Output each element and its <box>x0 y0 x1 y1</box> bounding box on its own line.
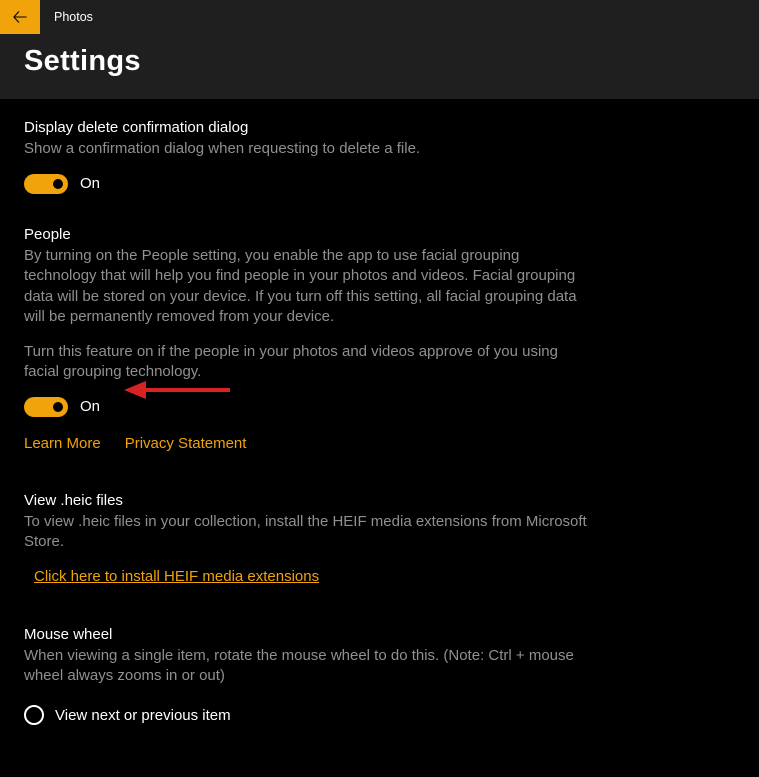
app-title: Photos <box>54 10 93 24</box>
header-area: Settings <box>0 34 759 99</box>
toggle-knob-icon <box>53 402 63 412</box>
setting-description: When viewing a single item, rotate the m… <box>24 646 589 687</box>
setting-label: Display delete confirmation dialog <box>24 119 735 136</box>
people-links: Learn More Privacy Statement <box>24 435 735 452</box>
setting-label: People <box>24 226 735 243</box>
page-title: Settings <box>24 45 735 78</box>
radio-label: View next or previous item <box>55 707 231 724</box>
install-heif-link[interactable]: Click here to install HEIF media extensi… <box>34 568 319 585</box>
setting-delete-confirmation: Display delete confirmation dialog Show … <box>24 119 735 194</box>
setting-description: Show a confirmation dialog when requesti… <box>24 139 589 160</box>
setting-description: Turn this feature on if the people in yo… <box>24 342 589 383</box>
back-button[interactable] <box>0 0 40 34</box>
learn-more-link[interactable]: Learn More <box>24 435 101 452</box>
mouse-wheel-option-1[interactable]: View next or previous item <box>24 705 735 725</box>
people-toggle[interactable] <box>24 397 68 417</box>
setting-label: View .heic files <box>24 492 735 509</box>
radio-icon <box>24 705 44 725</box>
back-arrow-icon <box>13 10 27 24</box>
privacy-statement-link[interactable]: Privacy Statement <box>125 435 247 452</box>
setting-people: People By turning on the People setting,… <box>24 226 735 452</box>
setting-description: By turning on the People setting, you en… <box>24 246 589 328</box>
settings-content: Display delete confirmation dialog Show … <box>0 99 759 777</box>
toggle-state-label: On <box>80 398 100 415</box>
setting-description: To view .heic files in your collection, … <box>24 512 589 553</box>
toggle-state-label: On <box>80 175 100 192</box>
titlebar: Photos <box>0 0 759 34</box>
toggle-row: On <box>24 397 735 417</box>
toggle-row: On <box>24 174 735 194</box>
setting-mouse-wheel: Mouse wheel When viewing a single item, … <box>24 626 735 725</box>
setting-heic: View .heic files To view .heic files in … <box>24 492 735 586</box>
delete-confirm-toggle[interactable] <box>24 174 68 194</box>
setting-label: Mouse wheel <box>24 626 735 643</box>
toggle-knob-icon <box>53 179 63 189</box>
